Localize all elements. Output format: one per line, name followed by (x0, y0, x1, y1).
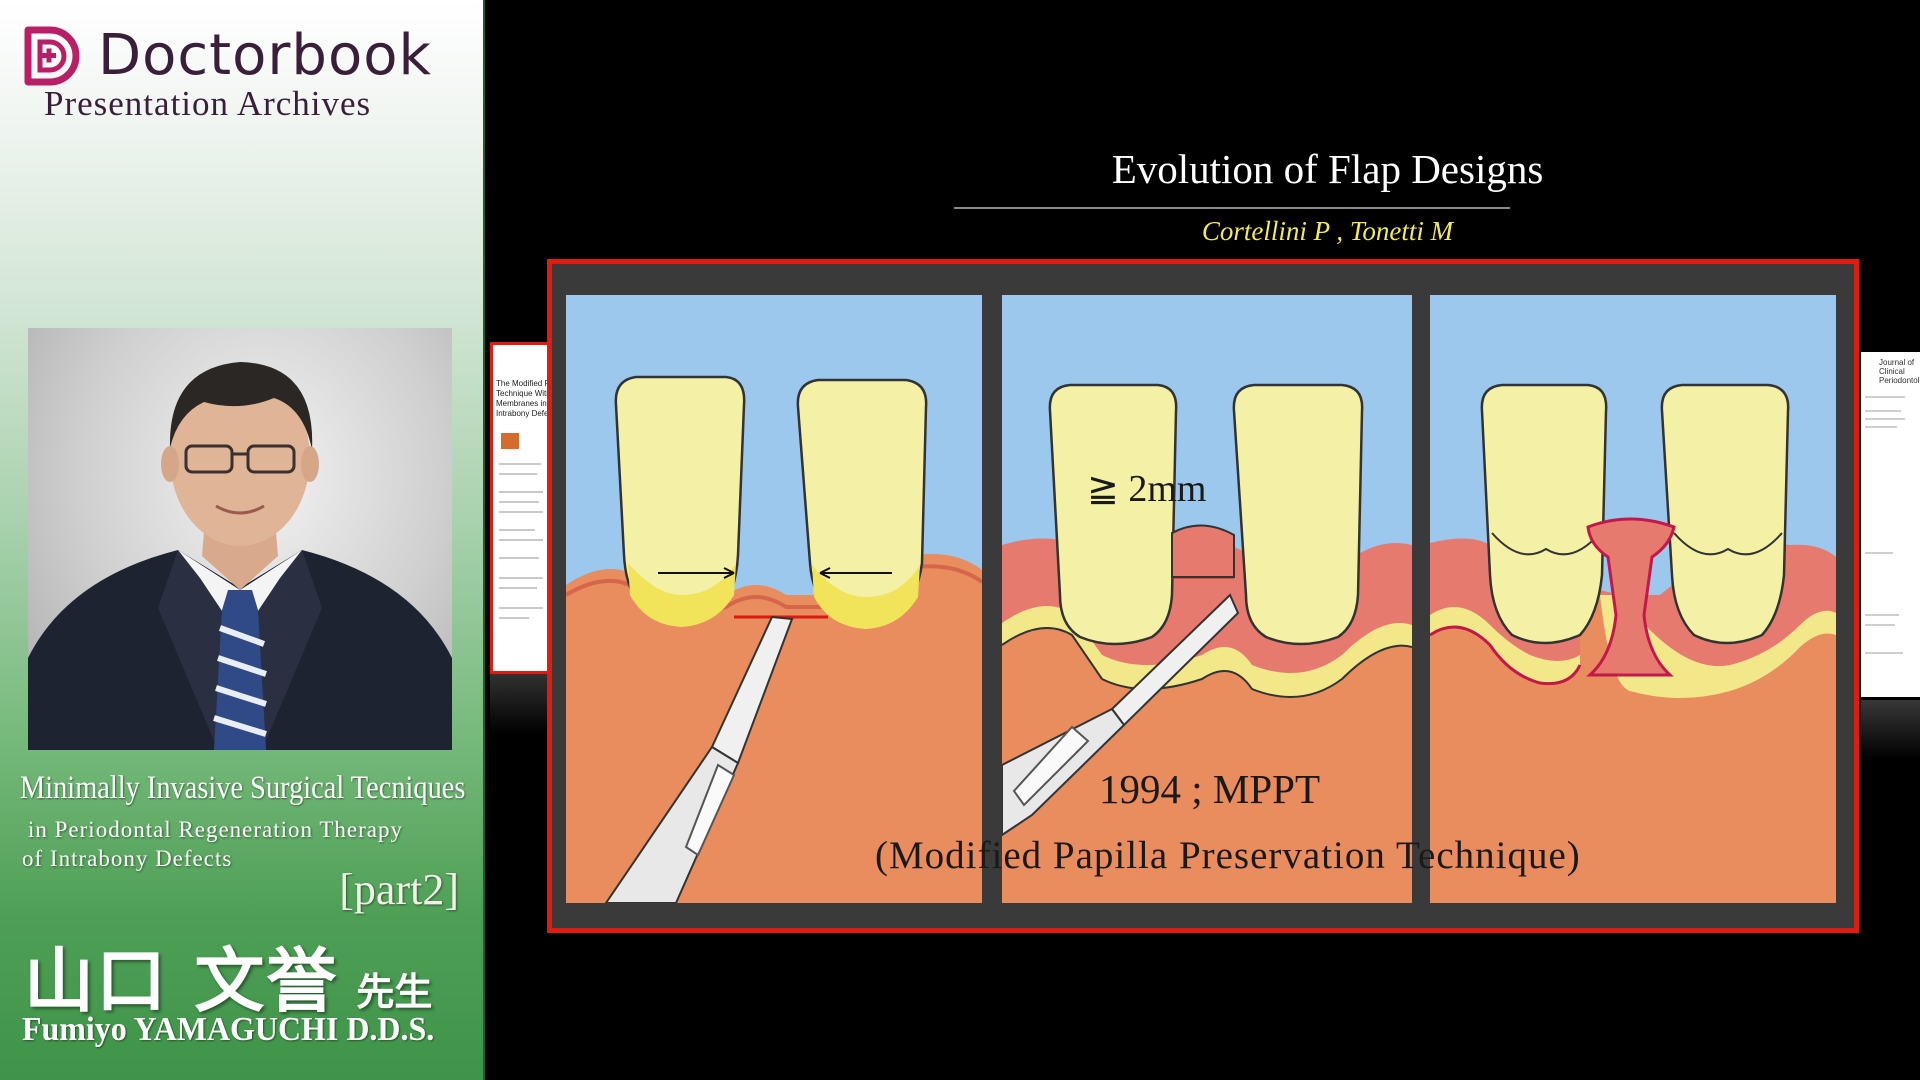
paper-thumbnail-left-text: The Modified Papilla Technique With Memb… (496, 379, 551, 418)
brand-header: Doctorbook Presentation Archives (20, 20, 470, 130)
brand-subtitle: Presentation Archives (44, 84, 372, 123)
measurement-annotation: ≧ 2mm (1087, 468, 1207, 510)
paper-reflection-right (1861, 700, 1920, 760)
talk-title: Minimally Invasive Surgical Tecniques (20, 770, 466, 806)
slide-title: Evolution of Flap Designs (1111, 146, 1544, 192)
figure-panel-flap-elevated (1430, 295, 1836, 903)
speaker-honorific: 先生 (356, 969, 433, 1014)
slide-authors: Cortellini P , Tonetti M (1201, 216, 1454, 246)
paper-thumbnail-right: Journal of Clinical Periodontology (1861, 352, 1920, 697)
flap-design-figure (547, 259, 1859, 933)
speaker-portrait (28, 328, 452, 750)
figure-panel-incision (566, 295, 982, 903)
speaker-name-en: Fumiyo YAMAGUCHI D.D.S. (22, 1011, 435, 1048)
paper-thumbnail-right-text: Journal of Clinical Periodontology (1879, 358, 1920, 385)
doctorbook-logo-icon (24, 26, 80, 86)
talk-part-label: [part2] (339, 865, 459, 914)
title-divider (954, 207, 1510, 209)
paper-thumbnail-left: The Modified Papilla Technique With Memb… (490, 342, 552, 674)
paper-thumbnail-figure (501, 433, 519, 449)
talk-subtitle-line1: in Periodontal Regeneration Therapy (28, 817, 404, 842)
technique-name-label: (Modified Papilla Preservation Technique… (875, 834, 1581, 877)
speaker-name-jp-text: 山口 文誉 (24, 939, 339, 1022)
talk-subtitle-line2: of Intrabony Defects (22, 846, 233, 871)
sidebar: Doctorbook Presentation Archives Minimal… (0, 0, 485, 1080)
technique-year-label: 1994 ; MPPT (1099, 766, 1320, 812)
brand-name: Doctorbook (98, 23, 432, 88)
paper-reflection-left (490, 674, 552, 734)
presentation-slide: Evolution of Flap Designs Cortellini P ,… (485, 0, 1920, 1080)
